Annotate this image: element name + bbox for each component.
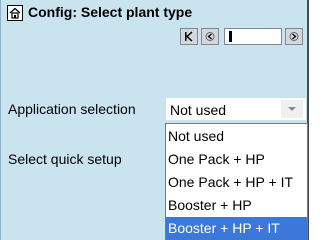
application-selection-label: Application selection — [8, 101, 136, 117]
page-input[interactable] — [224, 28, 282, 45]
first-page-icon — [185, 31, 193, 42]
next-page-icon — [289, 32, 299, 41]
right-margin — [307, 0, 328, 240]
dropdown-option[interactable]: Booster + HP — [166, 194, 307, 217]
quick-setup-label: Select quick setup — [8, 151, 122, 167]
first-page-button[interactable] — [180, 28, 198, 45]
home-icon[interactable] — [7, 5, 23, 21]
chevron-down-icon — [288, 107, 296, 111]
next-page-button[interactable] — [285, 28, 303, 45]
application-selection-select[interactable]: Not used — [166, 98, 306, 120]
text-caret — [229, 31, 232, 42]
prev-page-button[interactable] — [201, 28, 219, 45]
dropdown-option[interactable]: Not used — [166, 125, 307, 148]
dropdown-option[interactable]: One Pack + HP — [166, 148, 307, 171]
select-value: Not used — [170, 102, 227, 118]
dropdown-list[interactable]: Not used One Pack + HP One Pack + HP + I… — [165, 123, 308, 240]
dropdown-option-selected[interactable]: Booster + HP + IT — [166, 217, 307, 240]
dropdown-button[interactable] — [281, 100, 303, 118]
page-title: Config: Select plant type — [28, 4, 193, 20]
dropdown-option[interactable]: One Pack + HP + IT — [166, 171, 307, 194]
prev-page-icon — [205, 32, 215, 41]
